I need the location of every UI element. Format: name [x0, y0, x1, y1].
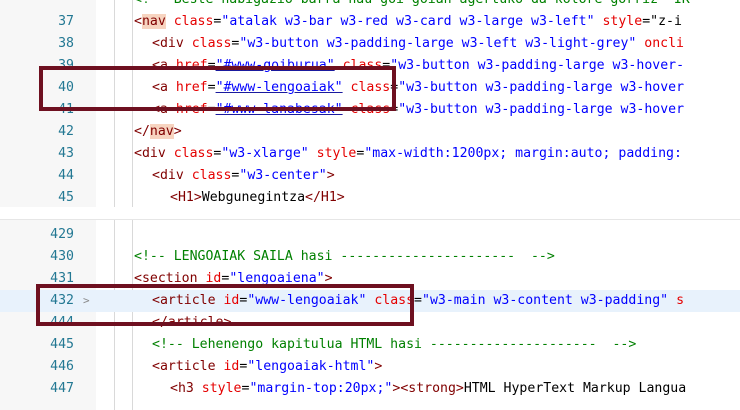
code-token: > — [336, 190, 345, 205]
code-token: "margin-top:20px;" — [249, 381, 393, 396]
code-text: <article id="lengoaiak-html"> — [152, 356, 382, 378]
code-token: "w3-button w3-padding-large w3-hover — [398, 80, 685, 95]
code-token: class — [183, 168, 232, 183]
code-text: <!-- Lehenengo kapitulua HTML hasi -----… — [152, 334, 636, 356]
code-token: "atalak w3-bar w3-red w3-card w3-large w… — [221, 14, 595, 29]
code-line[interactable]: 43 <div class="w3-xlarge" style="max-widt… — [0, 143, 740, 165]
code-token: > — [193, 190, 202, 205]
code-token: H1 — [177, 190, 194, 205]
code-token: "w3-main w3-content w3-padding" — [422, 293, 669, 308]
code-token: class — [183, 36, 232, 51]
code-text: </nav> — [134, 121, 182, 143]
line-number: 44 — [58, 168, 74, 183]
code-token: "w3-center" — [239, 168, 327, 183]
line-number: 42 — [58, 124, 74, 139]
line-number: 446 — [50, 359, 74, 374]
code-token: HTML HyperText Markup Langua — [463, 381, 687, 396]
code-text: <h3 style="margin-top:20px;"><strong>HTM… — [170, 378, 686, 400]
code-token: Webgunegintza — [201, 190, 306, 205]
code-token: strong — [408, 381, 456, 396]
code-token: < — [152, 36, 160, 51]
code-token: < — [134, 14, 142, 29]
code-text: <nav class="atalak w3-bar w3-red w3-card… — [134, 11, 682, 33]
code-token: style — [193, 381, 242, 396]
code-token: div — [159, 168, 184, 183]
line-number: 37 — [58, 14, 74, 29]
code-token: </ — [305, 190, 321, 205]
code-token: ="z-i — [642, 14, 682, 29]
line-number: 445 — [50, 337, 74, 352]
callout-line-40 — [39, 66, 396, 111]
code-token: < — [152, 359, 160, 374]
code-token: class — [165, 146, 214, 161]
code-token: > — [374, 359, 383, 374]
code-token: < — [170, 190, 178, 205]
line-number: 45 — [58, 190, 74, 205]
code-token: style — [308, 146, 357, 161]
code-line[interactable]: 447 <h3 style="margin-top:20px;"><strong>… — [0, 378, 740, 400]
code-token: < — [170, 381, 178, 396]
code-token: div — [141, 146, 166, 161]
code-line[interactable]: 38 <div class="w3-button w3-padding-large… — [0, 33, 740, 55]
code-token: < — [134, 146, 142, 161]
line-number: 429 — [50, 227, 74, 242]
panel-separator — [0, 207, 740, 219]
code-token: h3 — [177, 381, 194, 396]
code-token: > — [455, 381, 464, 396]
code-token: style — [594, 14, 643, 29]
code-token: H1 — [320, 190, 337, 205]
code-token: div — [159, 36, 184, 51]
code-token: > — [173, 124, 182, 139]
line-number: 38 — [58, 36, 74, 51]
code-token: > — [326, 168, 335, 183]
code-line-partial: <!-- Beste nabigazio-barra nau goi-goian… — [0, 0, 740, 11]
code-token: "max-width:1200px; margin:auto; padding: — [364, 146, 682, 161]
code-line[interactable]: 37 <nav class="atalak w3-bar w3-red w3-ca… — [0, 11, 740, 33]
code-text: <div class="w3-center"> — [152, 165, 335, 187]
code-token: nav — [141, 14, 166, 29]
code-token: "w3-button w3-padding-large w3-hover- — [390, 58, 685, 73]
code-line[interactable]: 446 <article id="lengoaiak-html"> — [0, 356, 740, 378]
code-line[interactable]: 44 <div class="w3-center"> — [0, 165, 740, 187]
code-token: "w3-button w3-padding-large w3-hover — [398, 102, 685, 117]
code-token: < — [152, 168, 160, 183]
code-token: "w3-xlarge" — [221, 146, 309, 161]
code-token: </ — [134, 124, 150, 139]
code-text: <div class="w3-xlarge" style="max-width:… — [134, 143, 682, 165]
code-token: "lengoaiak-html" — [247, 359, 375, 374]
code-line[interactable]: 42 </nav> — [0, 121, 740, 143]
code-token: nav — [149, 124, 174, 139]
code-token: = — [414, 293, 422, 308]
code-token: id — [215, 359, 240, 374]
code-line[interactable]: 45 <H1>Webgunegintza</H1> — [0, 187, 740, 207]
code-token: article — [159, 359, 216, 374]
code-token: class — [165, 14, 214, 29]
code-line[interactable]: 429 — [0, 224, 740, 246]
callout-line-432 — [36, 284, 414, 326]
code-text: <H1>Webgunegintza</H1> — [170, 187, 345, 207]
code-token: <!-- LENGOAIAK SAILA hasi --------------… — [134, 249, 555, 264]
line-number: 430 — [50, 249, 74, 264]
code-text: <!-- Beste nabigazio-barra nau goi-goian… — [134, 0, 690, 11]
line-number: 447 — [50, 381, 74, 396]
code-token: <!-- Lehenengo kapitulua HTML hasi -----… — [152, 337, 637, 352]
code-token: "w3-button w3-padding-large w3-left w3-l… — [239, 36, 637, 51]
code-token: oncli — [636, 36, 684, 51]
code-line[interactable]: 430 <!-- LENGOAIAK SAILA hasi -----------… — [0, 246, 740, 268]
code-text: <div class="w3-button w3-padding-large w… — [152, 33, 684, 55]
code-line[interactable]: 445 <!-- Lehenengo kapitulua HTML hasi --… — [0, 334, 740, 356]
code-token: s — [668, 293, 685, 308]
code-text: <!-- LENGOAIAK SAILA hasi --------------… — [134, 246, 555, 268]
line-number: 43 — [58, 146, 74, 161]
